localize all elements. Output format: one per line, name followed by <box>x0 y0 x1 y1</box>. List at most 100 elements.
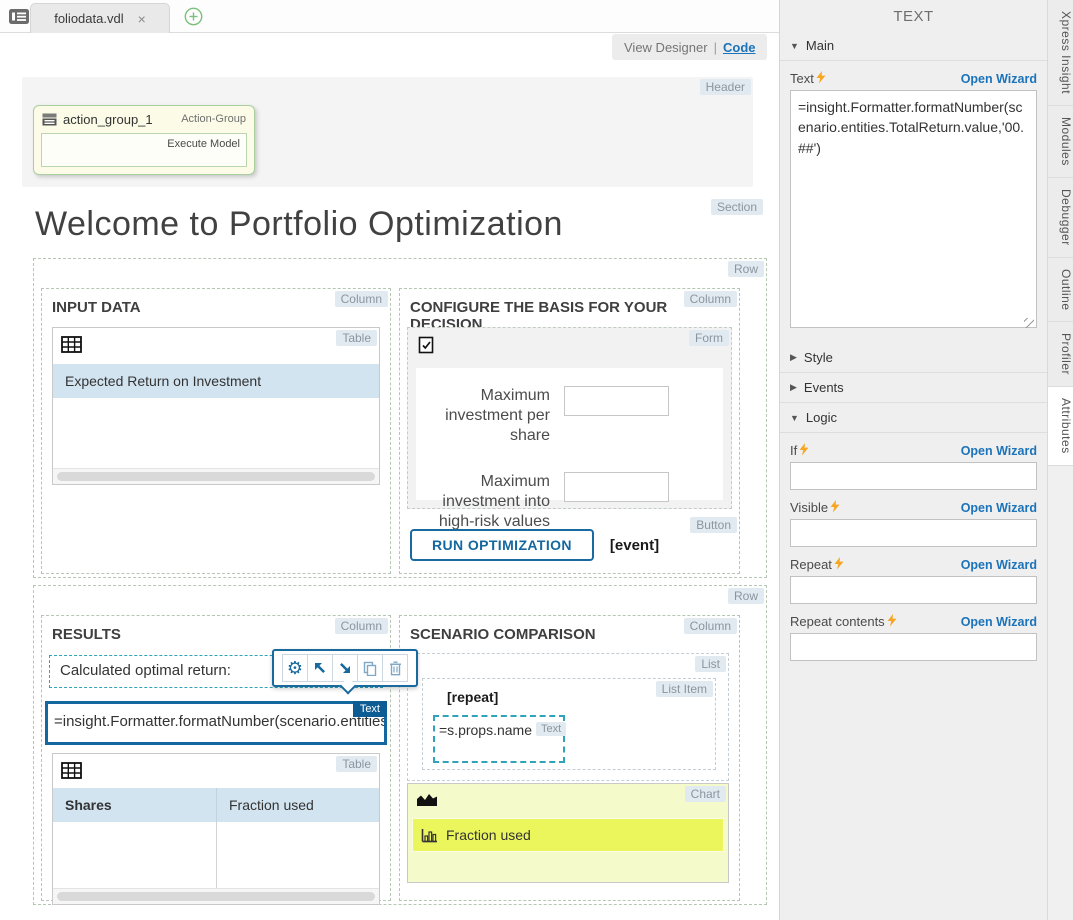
lightning-bolt-icon <box>834 557 844 570</box>
max-investment-share-input[interactable] <box>564 386 669 416</box>
chart-legend-row[interactable]: Fraction used <box>412 818 724 852</box>
chevron-down-icon: ▼ <box>790 41 799 51</box>
delete-trash-icon[interactable] <box>382 654 408 682</box>
table-toolbar: Table <box>53 328 379 364</box>
text-field-label: Text <box>790 71 814 86</box>
code-link[interactable]: Code <box>723 40 756 55</box>
header-badge: Header <box>700 79 751 95</box>
repeat-contents-field-label: Repeat contents <box>790 614 885 629</box>
scrollbar-thumb[interactable] <box>57 472 375 481</box>
selected-text-element[interactable]: =insight.Formatter.formatNumber(scenario… <box>45 701 387 745</box>
max-investment-highrisk-input[interactable] <box>564 472 669 502</box>
tab-foliodata-vdl[interactable]: foliodata.vdl × <box>30 3 170 33</box>
open-wizard-link[interactable]: Open Wizard <box>961 501 1037 515</box>
select-child-arrow-icon[interactable] <box>332 654 358 682</box>
chart-widget[interactable]: Chart Fraction used <box>407 783 729 883</box>
table-scrollbar[interactable] <box>53 468 379 484</box>
table-body-cell <box>216 822 379 888</box>
row-2: Row Column RESULTS Calculated optimal re… <box>33 585 767 905</box>
add-tab-icon[interactable] <box>184 7 203 26</box>
table-toolbar: Table <box>53 754 379 788</box>
settings-gear-icon[interactable]: ⚙ <box>282 654 308 682</box>
column-badge: Column <box>684 291 737 307</box>
side-tab-xpress-insight[interactable]: Xpress Insight <box>1048 0 1073 106</box>
column-configure: Column CONFIGURE THE BASIS FOR YOUR DECI… <box>399 288 740 574</box>
open-wizard-link[interactable]: Open Wizard <box>961 72 1037 86</box>
run-optimization-button[interactable]: RUN OPTIMIZATION <box>410 529 594 561</box>
action-group-card[interactable]: action_group_1 Action-Group Execute Mode… <box>33 105 255 175</box>
chevron-down-icon: ▼ <box>790 413 799 423</box>
button-row: RUN OPTIMIZATION [event] <box>410 529 659 561</box>
panel-toggle-icon[interactable] <box>8 8 30 26</box>
form-row: Maximum investment per share <box>428 386 723 446</box>
lightning-bolt-icon <box>830 500 840 513</box>
visible-field-block: Visible Open Wizard <box>780 490 1047 547</box>
area-chart-icon <box>416 792 438 807</box>
action-group-header: action_group_1 Action-Group <box>34 106 254 132</box>
table-body-cell <box>53 822 216 888</box>
section-events-label: Events <box>804 380 844 395</box>
if-field-block: If Open Wizard <box>780 433 1047 490</box>
column-header-shares: Shares <box>53 788 216 822</box>
open-wizard-link[interactable]: Open Wizard <box>961 444 1037 458</box>
open-wizard-link[interactable]: Open Wizard <box>961 558 1037 572</box>
open-wizard-link[interactable]: Open Wizard <box>961 615 1037 629</box>
table-header-cell: Expected Return on Investment <box>53 364 379 398</box>
section-events[interactable]: ▶ Events <box>780 373 1047 403</box>
column-header-fraction-used: Fraction used <box>216 788 379 822</box>
section-logic[interactable]: ▼ Logic <box>780 403 1047 433</box>
section-main[interactable]: ▼ Main <box>780 31 1047 61</box>
chart-badge: Chart <box>685 786 726 802</box>
list-badge: List <box>695 656 726 672</box>
tab-bar: foliodata.vdl × <box>0 0 779 33</box>
selection-toolbar: ⚙ <box>272 649 418 687</box>
list-item-widget: List Item [repeat] =s.props.name Text <box>422 678 716 770</box>
chart-legend-label: Fraction used <box>446 827 531 843</box>
side-tab-profiler[interactable]: Profiler <box>1048 322 1073 387</box>
chevron-right-icon: ▶ <box>790 352 797 363</box>
side-tab-debugger[interactable]: Debugger <box>1048 178 1073 258</box>
repeat-contents-expression-input[interactable] <box>790 633 1037 661</box>
table-body <box>53 398 379 468</box>
view-mode-switch: View Designer | Code <box>612 34 767 60</box>
field-label-max-investment-share: Maximum investment per share <box>428 386 550 446</box>
field-label-max-investment-highrisk: Maximum investment into high-risk values <box>428 472 550 532</box>
column-scenario-comparison: Column SCENARIO COMPARISON List List Ite… <box>399 615 740 901</box>
side-tab-modules[interactable]: Modules <box>1048 106 1073 178</box>
side-tab-attributes[interactable]: Attributes <box>1048 387 1073 466</box>
input-data-heading: INPUT DATA <box>52 299 141 316</box>
form-row: Maximum investment into high-risk values <box>428 472 723 532</box>
column-badge: Column <box>335 291 388 307</box>
table-scrollbar[interactable] <box>53 888 379 904</box>
duplicate-icon[interactable] <box>357 654 383 682</box>
repeat-expression-input[interactable] <box>790 576 1037 604</box>
action-group-body: Execute Model <box>41 133 247 167</box>
section-style[interactable]: ▶ Style <box>780 343 1047 373</box>
properties-panel-title: TEXT <box>780 0 1047 31</box>
if-expression-input[interactable] <box>790 462 1037 490</box>
repeat-label: [repeat] <box>447 689 498 705</box>
text-expression-textarea[interactable]: =insight.Formatter.formatNumber(scenario… <box>790 90 1037 328</box>
lightning-bolt-icon <box>816 71 826 84</box>
tab-close-icon[interactable]: × <box>138 12 146 26</box>
section-logic-label: Logic <box>806 410 837 425</box>
view-designer-label: View Designer <box>624 40 708 55</box>
scenario-name-text-element[interactable]: =s.props.name Text <box>433 715 565 763</box>
column-results: Column RESULTS Calculated optimal return… <box>41 615 391 901</box>
scrollbar-thumb[interactable] <box>57 892 375 901</box>
side-tab-outline[interactable]: Outline <box>1048 258 1073 323</box>
table-badge: Table <box>336 756 377 772</box>
page-title: Welcome to Portfolio Optimization <box>35 205 563 244</box>
repeat-contents-field-block: Repeat contents Open Wizard <box>780 604 1047 661</box>
repeat-field-label: Repeat <box>790 557 832 572</box>
chevron-right-icon: ▶ <box>790 382 797 393</box>
select-parent-arrow-icon[interactable] <box>307 654 333 682</box>
side-tab-strip: Xpress Insight Modules Debugger Outline … <box>1047 0 1073 920</box>
results-table[interactable]: Table Shares Fraction used <box>52 753 380 905</box>
resize-grip-icon[interactable] <box>1024 318 1034 328</box>
header-placeholder: Header action_group_1 Action-Group Execu… <box>22 77 753 187</box>
visible-expression-input[interactable] <box>790 519 1037 547</box>
input-data-table[interactable]: Table Expected Return on Investment <box>52 327 380 485</box>
lightning-bolt-icon <box>799 443 809 456</box>
text-element-tag: Text <box>353 701 387 717</box>
